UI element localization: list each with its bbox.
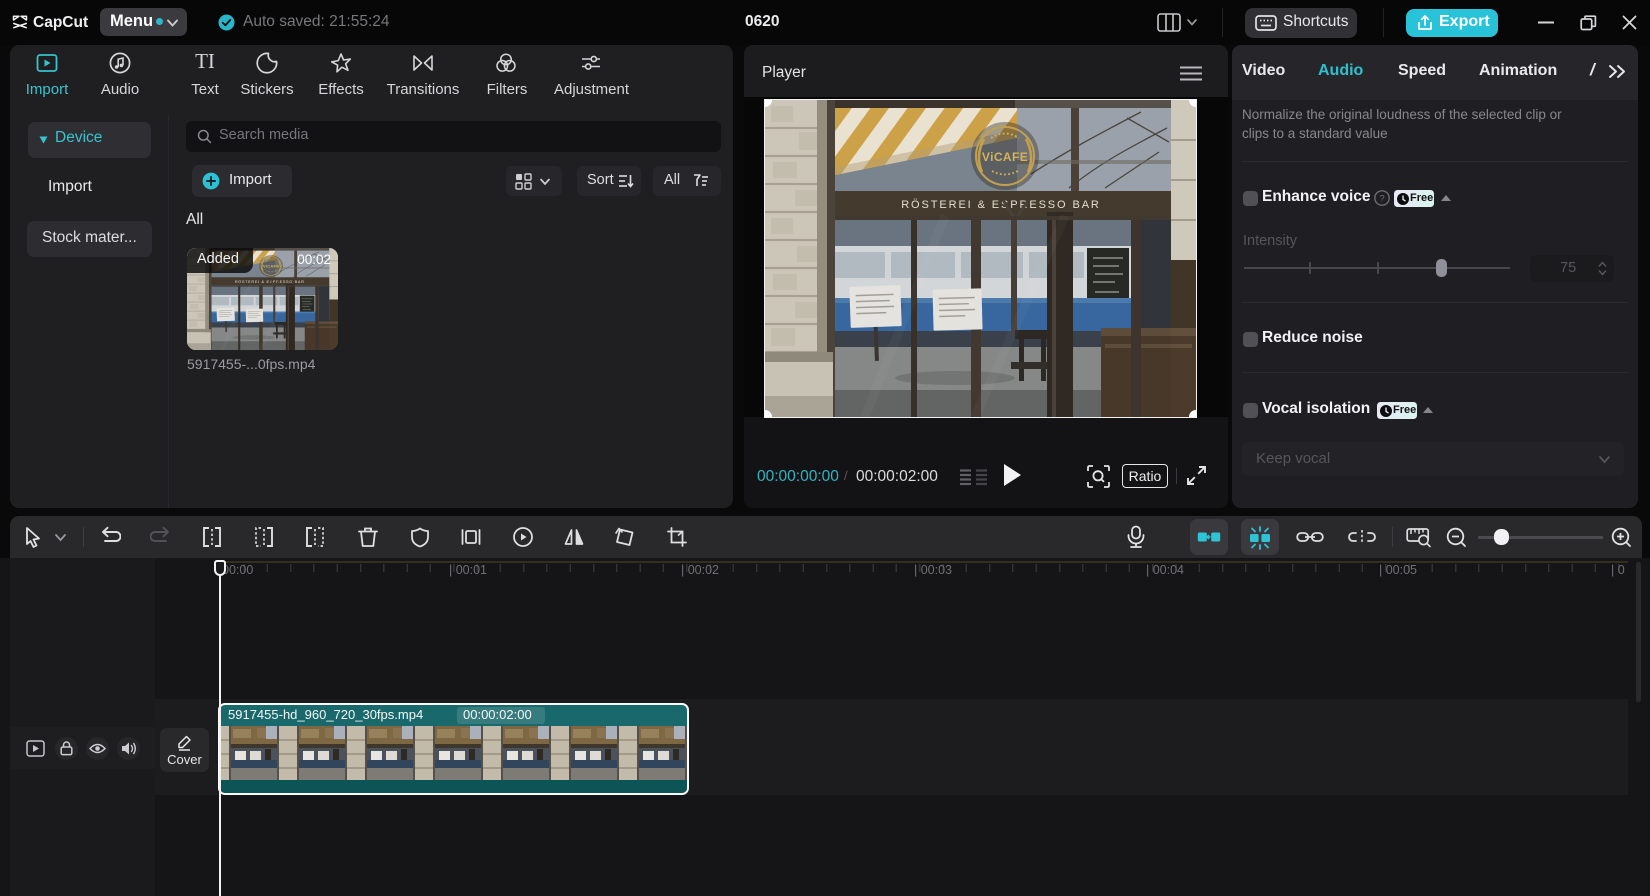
svg-text:?: ? (1379, 193, 1384, 204)
